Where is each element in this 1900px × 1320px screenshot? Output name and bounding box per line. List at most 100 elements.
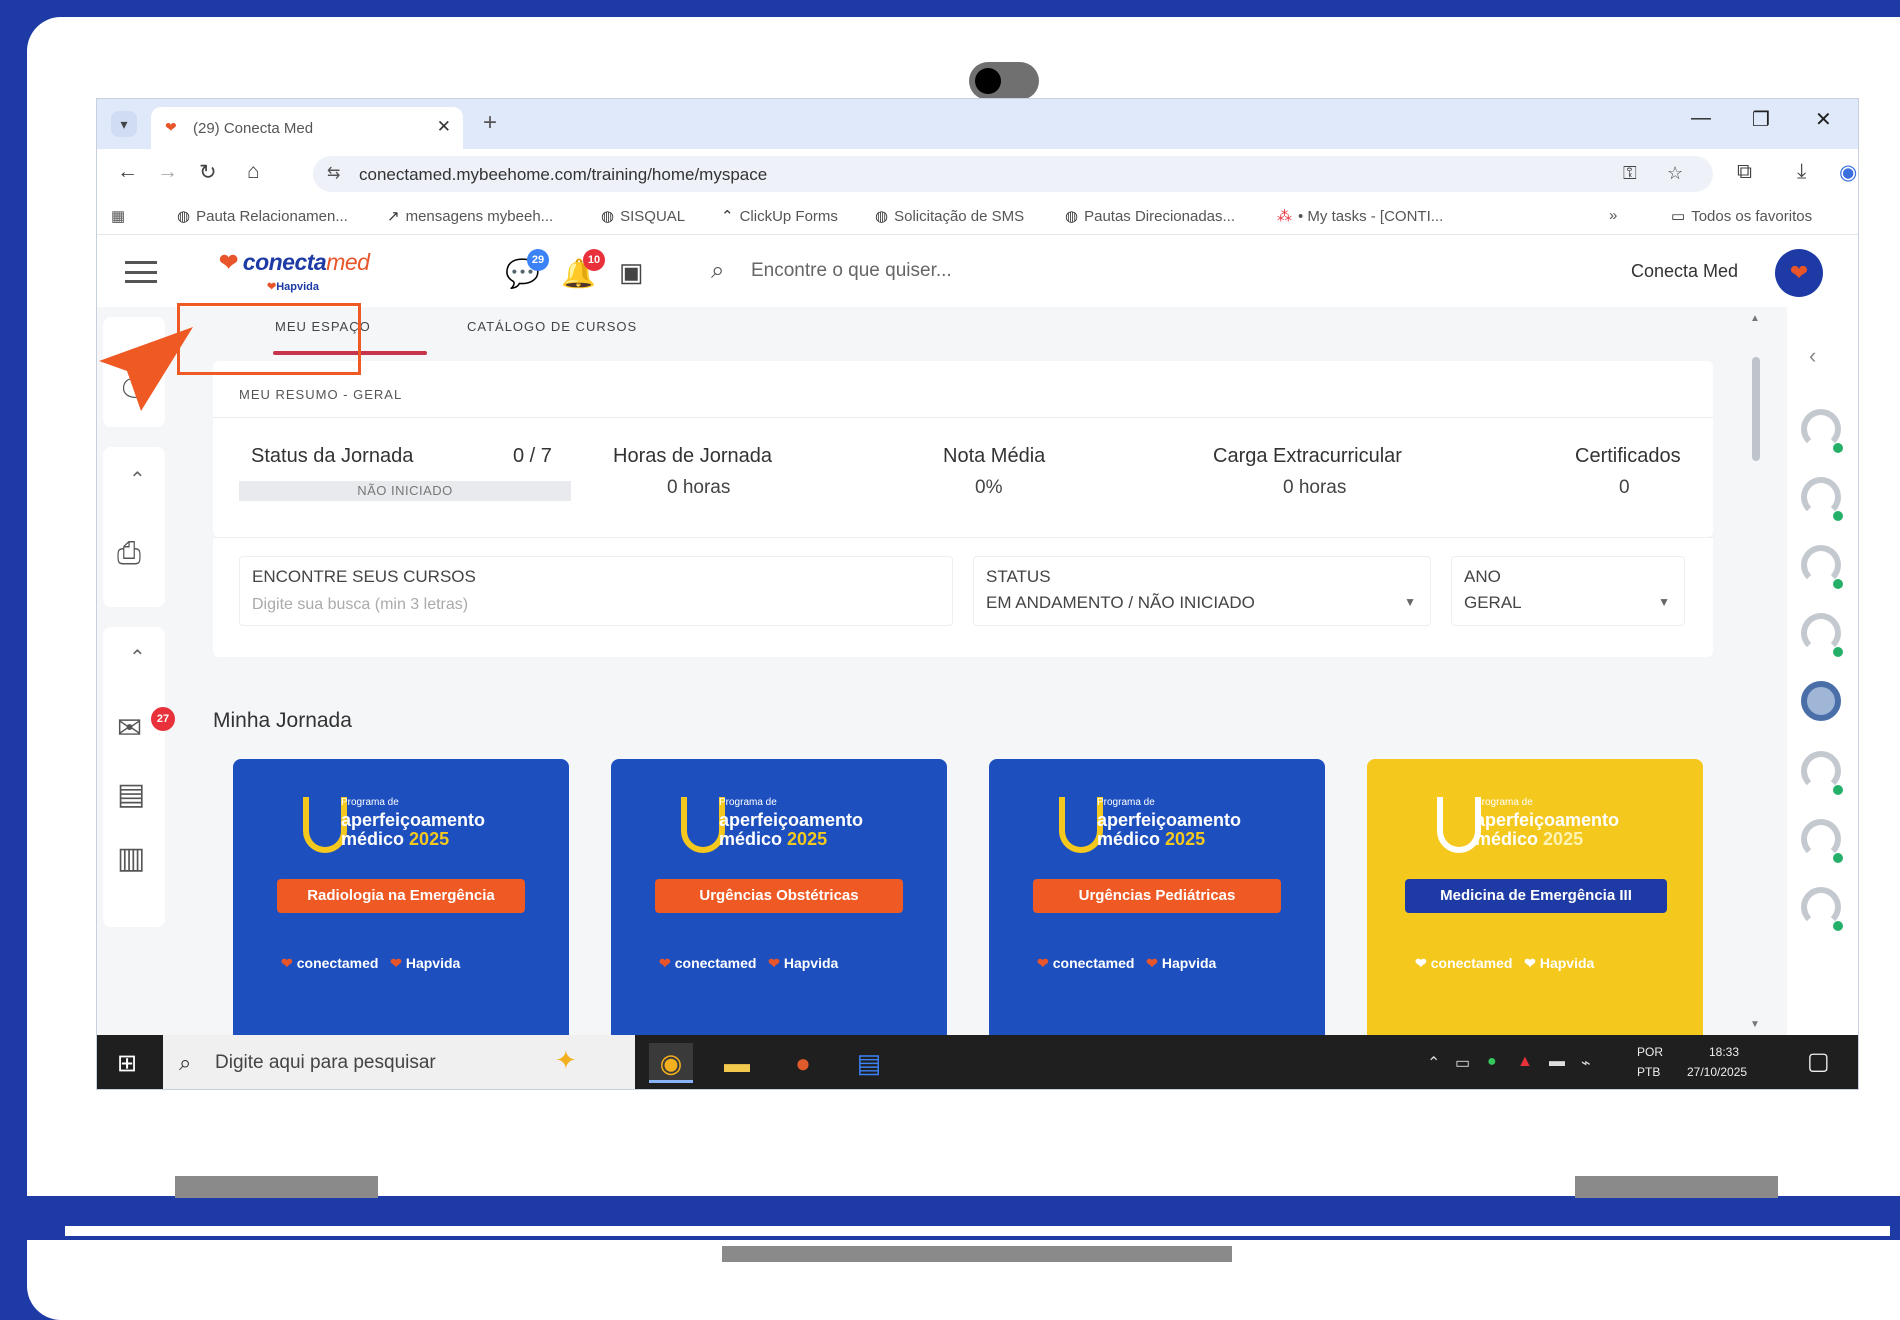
logo-subbrand-text: Hapvida [276, 281, 320, 293]
network-icon[interactable]: ⌁ [1581, 1053, 1591, 1073]
program-kicker: Programa de [1097, 797, 1155, 808]
powerpoint-icon[interactable]: ● [781, 1043, 825, 1083]
bookmark-star-icon[interactable]: ☆ [1667, 163, 1683, 184]
calendar-icon[interactable]: ▣ [619, 257, 644, 288]
clickup-icon: ⌃ [721, 208, 734, 225]
status-select-label: STATUS [986, 567, 1051, 586]
acrobat-icon[interactable]: ▲ [1517, 1053, 1533, 1071]
course-name: Urgências Obstétricas [655, 879, 903, 913]
bookmark-item[interactable]: ↗ mensagens mybeeh... [387, 207, 553, 225]
download-icon[interactable]: ⤓ [1797, 160, 1806, 184]
chevron-up-icon[interactable]: ⌃ [129, 645, 146, 670]
tab-search-icon[interactable]: ▾ [111, 111, 137, 137]
footer-brand: conectamed [1052, 955, 1135, 971]
site-info-icon[interactable]: ⇆ [327, 163, 340, 183]
program-year: 2025 [409, 829, 450, 849]
page-scrollbar[interactable]: ▲ ▼ [1745, 307, 1765, 1035]
display-icon[interactable]: ▭ [1455, 1053, 1470, 1073]
report-icon[interactable]: ▤ [117, 777, 145, 812]
word-icon[interactable]: ▤ [847, 1043, 891, 1083]
close-window-icon[interactable]: ✕ [1815, 107, 1832, 132]
chevron-left-icon[interactable]: ‹ [1809, 343, 1816, 369]
online-dot [1833, 579, 1843, 589]
global-search-input[interactable] [751, 255, 1251, 287]
hours-label: Horas de Jornada [613, 445, 772, 467]
messages-icon[interactable]: ✉ [117, 711, 142, 746]
bookmark-item[interactable]: ◍ Pauta Relacionamen... [177, 207, 348, 225]
url-text[interactable]: conectamed.mybeehome.com/training/home/m… [359, 165, 767, 185]
menu-icon[interactable] [125, 261, 157, 283]
file-explorer-icon[interactable]: ▬ [715, 1043, 759, 1083]
bookmark-label: Pauta Relacionamen... [196, 208, 348, 225]
bookmark-item[interactable]: ◍ Solicitação de SMS [875, 207, 1024, 225]
taskbar-search[interactable]: ⌕ ✦ [163, 1035, 635, 1089]
chrome-app-icon[interactable]: ◉ [649, 1043, 693, 1083]
chevron-up-icon[interactable]: ⌃ [1427, 1053, 1440, 1073]
status-select[interactable]: STATUS EM ANDAMENTO / NÃO INICIADO ▼ [973, 556, 1431, 626]
clock-time[interactable]: 18:33 [1709, 1045, 1739, 1059]
close-tab-icon[interactable]: ✕ [437, 117, 451, 137]
footer-brand: conectamed [674, 955, 757, 971]
bookmark-item[interactable]: ⌃ ClickUp Forms [721, 207, 838, 225]
extra-label: Carga Extracurricular [1213, 445, 1402, 467]
program-title: aperfeiçoamento médico 2025 [1097, 811, 1241, 849]
course-card[interactable]: Programa de aperfeiçoamento médico 2025 R… [233, 759, 569, 1035]
new-tab-icon[interactable]: + [483, 109, 497, 137]
bookmark-item[interactable]: ⁂ • My tasks - [CONTI... [1277, 207, 1443, 225]
bookmark-label: SISQUAL [620, 208, 686, 225]
course-card[interactable]: Programa de aperfeiçoamento médico 2025 M… [1367, 759, 1703, 1035]
battery-icon[interactable]: ▬ [1549, 1053, 1565, 1071]
back-icon[interactable]: ← [117, 160, 138, 184]
footer-partner: Hapvida [1539, 955, 1595, 971]
conectamed-logo[interactable]: ❤ conectamed ❤Hapvida [219, 249, 370, 293]
windows-start-icon[interactable]: ⊞ [117, 1049, 137, 1078]
rail-group-middle: ⌃ ⎙ [103, 447, 165, 607]
minimize-icon[interactable]: — [1691, 107, 1711, 130]
chevron-up-icon[interactable]: ⌃ [129, 467, 146, 492]
scroll-up-icon[interactable]: ▲ [1750, 313, 1760, 324]
restore-icon[interactable]: ❐ [1752, 107, 1770, 132]
apps-grid-icon[interactable]: ▦ [111, 207, 125, 225]
bookmark-item[interactable]: ◍ Pautas Direcionadas... [1065, 207, 1235, 225]
globe-icon: ◍ [1065, 208, 1079, 225]
scrollbar-thumb[interactable] [1752, 357, 1760, 461]
extensions-icon[interactable]: ⧉ [1737, 160, 1752, 184]
course-card[interactable]: Programa de aperfeiçoamento médico 2025 U… [989, 759, 1325, 1035]
security-icon[interactable]: ● [1487, 1053, 1497, 1071]
scroll-down-icon[interactable]: ▼ [1750, 1019, 1760, 1030]
tab-catalogo-de-cursos[interactable]: CATÁLOGO DE CURSOS [467, 319, 637, 334]
address-bar[interactable]: ⇆ conectamed.mybeehome.com/training/home… [313, 156, 1713, 192]
profile-icon[interactable]: ◉ [1839, 160, 1857, 185]
program-line1: aperfeiçoamento [719, 810, 864, 830]
course-search-field[interactable]: ENCONTRE SEUS CURSOS [239, 556, 953, 626]
year-select[interactable]: ANO GERAL ▼ [1451, 556, 1685, 626]
chat-badge: 29 [527, 249, 549, 271]
all-favorites-label: Todos os favoritos [1691, 208, 1813, 225]
course-search-input[interactable] [252, 593, 852, 617]
keyboard-lang-line1[interactable]: POR [1637, 1045, 1663, 1059]
more-bookmarks-icon[interactable]: » [1609, 207, 1617, 224]
reload-icon[interactable]: ↻ [199, 160, 217, 185]
chevron-down-icon: ▼ [1404, 595, 1416, 609]
forward-icon[interactable]: → [157, 160, 178, 184]
online-dot [1833, 785, 1843, 795]
all-favorites[interactable]: ▭ Todos os favoritos [1671, 207, 1812, 225]
course-card[interactable]: Programa de aperfeiçoamento médico 2025 U… [611, 759, 947, 1035]
library-icon[interactable]: ▥ [117, 841, 145, 876]
hours-value: 0 horas [667, 477, 731, 498]
taskbar-search-input[interactable] [215, 1049, 515, 1077]
user-name[interactable]: Conecta Med [1631, 261, 1738, 282]
keyboard-lang-line2[interactable]: PTB [1637, 1065, 1660, 1079]
clock-date[interactable]: 27/10/2025 [1687, 1065, 1747, 1079]
certificate-icon[interactable]: ⎙ [117, 537, 141, 571]
program-kicker: Programa de [1475, 797, 1533, 808]
notification-center-icon[interactable]: ▢ [1807, 1047, 1830, 1076]
avatar[interactable]: ❤ [1775, 249, 1823, 297]
home-icon[interactable]: ⌂ [247, 160, 260, 184]
browser-tab[interactable]: ❤ (29) Conecta Med ✕ [151, 107, 463, 149]
contact-avatar[interactable] [1801, 681, 1841, 721]
online-dot [1833, 647, 1843, 657]
password-key-icon[interactable]: ⚿ [1623, 163, 1637, 184]
bookmark-item[interactable]: ◍ SISQUAL [601, 207, 685, 225]
globe-icon: ◍ [875, 208, 889, 225]
